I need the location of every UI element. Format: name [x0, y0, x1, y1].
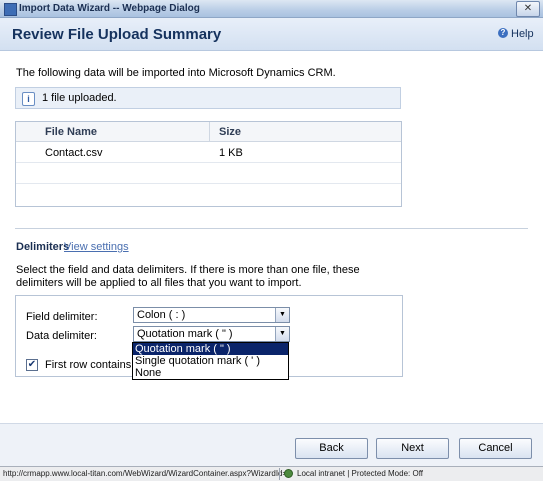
help-icon: ?	[498, 28, 508, 38]
info-icon: i	[22, 92, 35, 106]
delimiters-description: Select the field and data delimiters. If…	[16, 264, 360, 289]
next-button[interactable]: Next	[376, 438, 449, 459]
delimiters-heading: Delimiters	[16, 241, 70, 253]
column-divider	[209, 122, 210, 141]
field-delimiter-label: Field delimiter:	[26, 311, 98, 323]
globe-icon	[284, 469, 293, 478]
table-row-empty	[16, 163, 401, 184]
column-header-size[interactable]: Size	[219, 126, 241, 138]
first-row-header-checkbox[interactable]: ✔	[26, 359, 38, 371]
first-row-header-label: First row contains co	[45, 359, 146, 371]
data-delimiter-value: Quotation mark ( " )	[137, 328, 233, 340]
upload-status-box: i 1 file uploaded.	[15, 87, 401, 109]
back-button[interactable]: Back	[295, 438, 368, 459]
file-table: File Name Size Contact.csv 1 KB	[15, 121, 402, 207]
data-delimiter-dropdown-list: Quotation mark ( " ) Single quotation ma…	[132, 342, 289, 380]
page-title: Review File Upload Summary	[12, 26, 222, 43]
status-divider	[279, 468, 280, 480]
file-size-cell: 1 KB	[219, 147, 243, 159]
chevron-down-icon[interactable]: ▼	[275, 308, 289, 322]
help-label: Help	[511, 28, 534, 40]
window-title: Import Data Wizard -- Webpage Dialog	[19, 3, 200, 14]
table-row[interactable]: Contact.csv 1 KB	[16, 142, 401, 163]
help-link[interactable]: ? Help	[498, 28, 534, 40]
browser-status-bar: http://crmapp.www.local-titan.com/WebWiz…	[0, 466, 543, 481]
column-header-file-name[interactable]: File Name	[45, 126, 97, 138]
chevron-down-icon[interactable]: ▼	[275, 327, 289, 341]
dialog-icon	[4, 3, 17, 16]
view-settings-link[interactable]: View settings	[64, 241, 129, 253]
status-url: http://crmapp.www.local-titan.com/WebWiz…	[3, 469, 288, 478]
file-name-cell: Contact.csv	[45, 147, 103, 159]
security-zone-text: Local intranet | Protected Mode: Off	[297, 469, 423, 478]
data-delimiter-select[interactable]: Quotation mark ( " ) ▼	[133, 326, 290, 342]
wizard-footer: Back Next Cancel	[0, 423, 543, 470]
section-divider	[15, 228, 528, 229]
dropdown-option-single-quotation-mark[interactable]: Single quotation mark ( ' )	[133, 355, 288, 367]
title-bar: Import Data Wizard -- Webpage Dialog ✕	[0, 0, 543, 18]
dropdown-option-quotation-mark[interactable]: Quotation mark ( " )	[133, 343, 288, 355]
page-header: Review File Upload Summary ? Help	[0, 18, 543, 51]
dropdown-option-none[interactable]: None	[133, 367, 288, 379]
data-delimiter-label: Data delimiter:	[26, 330, 97, 342]
table-row-empty	[16, 184, 401, 204]
field-delimiter-select[interactable]: Colon ( : ) ▼	[133, 307, 290, 323]
intro-text: The following data will be imported into…	[16, 67, 336, 79]
upload-status-text: 1 file uploaded.	[42, 92, 117, 104]
cancel-button[interactable]: Cancel	[459, 438, 532, 459]
table-header: File Name Size	[16, 122, 401, 142]
close-button[interactable]: ✕	[516, 1, 540, 17]
field-delimiter-value: Colon ( : )	[137, 309, 186, 321]
